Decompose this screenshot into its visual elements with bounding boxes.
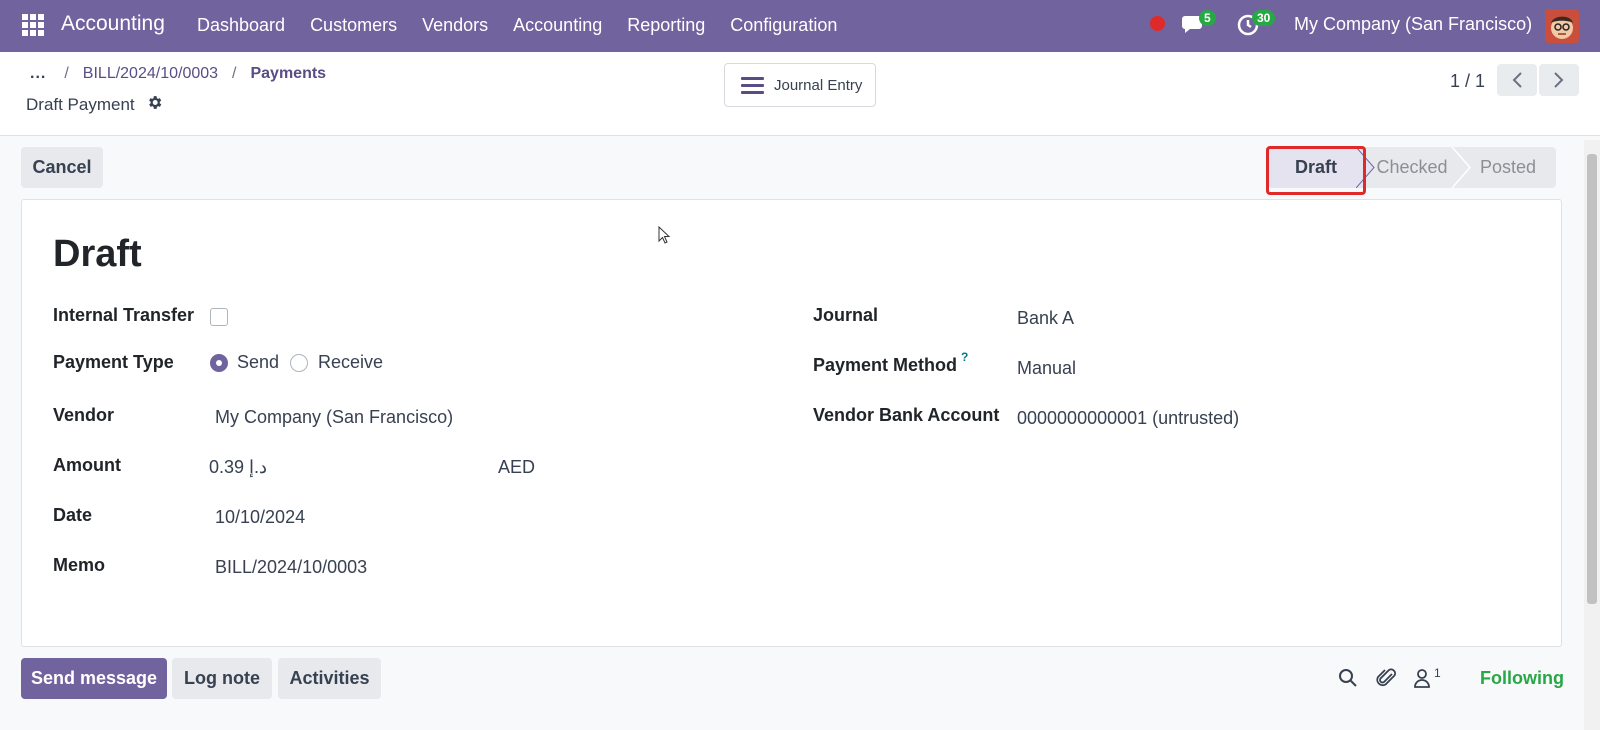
active-stage-highlight: [1266, 146, 1366, 195]
vendor-label: Vendor: [53, 405, 115, 425]
internal-transfer-label: Internal Transfer: [53, 305, 195, 325]
vendor-bank-account-label: Vendor Bank Account: [813, 405, 1000, 425]
log-note-button[interactable]: Log note: [172, 658, 272, 699]
breadcrumb-separator: /: [64, 65, 69, 82]
breadcrumb-more[interactable]: ...: [30, 65, 46, 83]
vertical-scrollbar[interactable]: [1584, 140, 1600, 730]
gear-icon[interactable]: [146, 94, 163, 116]
menu-item-dashboard[interactable]: Dashboard: [197, 15, 285, 36]
activities-count-badge: 30: [1252, 10, 1276, 26]
following-button[interactable]: Following: [1480, 668, 1564, 689]
followers-icon[interactable]: [1413, 668, 1431, 693]
company-switcher[interactable]: My Company (San Francisco): [1294, 14, 1532, 35]
vendor-bank-account-field[interactable]: 0000000000001 (untrusted): [1017, 408, 1239, 429]
menu-item-configuration[interactable]: Configuration: [730, 15, 837, 36]
amount-field[interactable]: د.إ 0.39: [209, 457, 267, 478]
menu-item-vendors[interactable]: Vendors: [422, 15, 488, 36]
pager-next-button[interactable]: [1539, 64, 1579, 96]
activities-button[interactable]: Activities: [278, 658, 381, 699]
stage-arrow-checked: [1452, 147, 1471, 188]
menu-item-customers[interactable]: Customers: [310, 15, 397, 36]
payment-method-help-icon[interactable]: ?: [961, 350, 968, 364]
breadcrumb-payments[interactable]: Payments: [250, 65, 326, 83]
recording-indicator-icon[interactable]: [1150, 16, 1165, 31]
menu-item-accounting[interactable]: Accounting: [513, 15, 602, 36]
main-menu: Dashboard Customers Vendors Accounting R…: [197, 15, 862, 36]
scrollbar-thumb[interactable]: [1587, 154, 1597, 604]
control-panel: ... / BILL/2024/10/0003 / Payments Draft…: [0, 52, 1600, 136]
vendor-field[interactable]: My Company (San Francisco): [215, 407, 453, 428]
journal-label: Journal: [813, 305, 879, 325]
journal-entry-label: Journal Entry: [774, 76, 863, 94]
followers-count: 1: [1434, 666, 1441, 680]
messages-count-badge: 5: [1199, 10, 1216, 26]
date-field[interactable]: 10/10/2024: [215, 507, 305, 528]
payment-type-send-radio[interactable]: [210, 354, 228, 372]
apps-grid-icon[interactable]: [22, 14, 44, 36]
journal-entry-button[interactable]: Journal Entry: [724, 63, 876, 107]
currency-field[interactable]: AED: [498, 457, 535, 478]
record-title: Draft Payment: [26, 94, 163, 116]
breadcrumb: ... / BILL/2024/10/0003 / Payments: [30, 65, 340, 83]
top-navbar: Accounting Dashboard Customers Vendors A…: [0, 0, 1600, 52]
payment-type-receive-radio[interactable]: [290, 354, 308, 372]
date-label: Date: [53, 505, 93, 525]
send-message-button[interactable]: Send message: [21, 658, 167, 699]
payment-type-send-label[interactable]: Send: [237, 352, 279, 373]
internal-transfer-checkbox[interactable]: [210, 308, 228, 326]
cancel-button[interactable]: Cancel: [21, 147, 103, 188]
payment-type-receive-label[interactable]: Receive: [318, 352, 383, 373]
payment-method-field[interactable]: Manual: [1017, 358, 1076, 379]
payment-method-label: Payment Method: [813, 355, 958, 375]
amount-label: Amount: [53, 455, 121, 475]
journal-field[interactable]: Bank A: [1017, 308, 1074, 329]
search-icon[interactable]: [1338, 668, 1358, 693]
breadcrumb-bill[interactable]: BILL/2024/10/0003: [83, 65, 218, 83]
form-sheet: Draft Internal Transfer Payment Type Sen…: [21, 199, 1562, 647]
journal-entry-icon: [741, 73, 764, 98]
breadcrumb-separator: /: [232, 65, 237, 82]
record-name-text: Draft Payment: [26, 95, 135, 114]
pager-previous-button[interactable]: [1497, 64, 1537, 96]
payment-type-label: Payment Type: [53, 352, 174, 372]
menu-item-reporting[interactable]: Reporting: [627, 15, 705, 36]
memo-label: Memo: [53, 555, 106, 575]
form-title: Draft: [53, 233, 142, 275]
user-avatar[interactable]: [1545, 9, 1579, 43]
memo-field[interactable]: BILL/2024/10/0003: [215, 557, 367, 578]
mouse-cursor-icon: [658, 226, 671, 244]
paperclip-icon[interactable]: [1376, 667, 1398, 694]
app-brand[interactable]: Accounting: [61, 12, 165, 36]
pager-value[interactable]: 1 / 1: [1450, 71, 1485, 92]
